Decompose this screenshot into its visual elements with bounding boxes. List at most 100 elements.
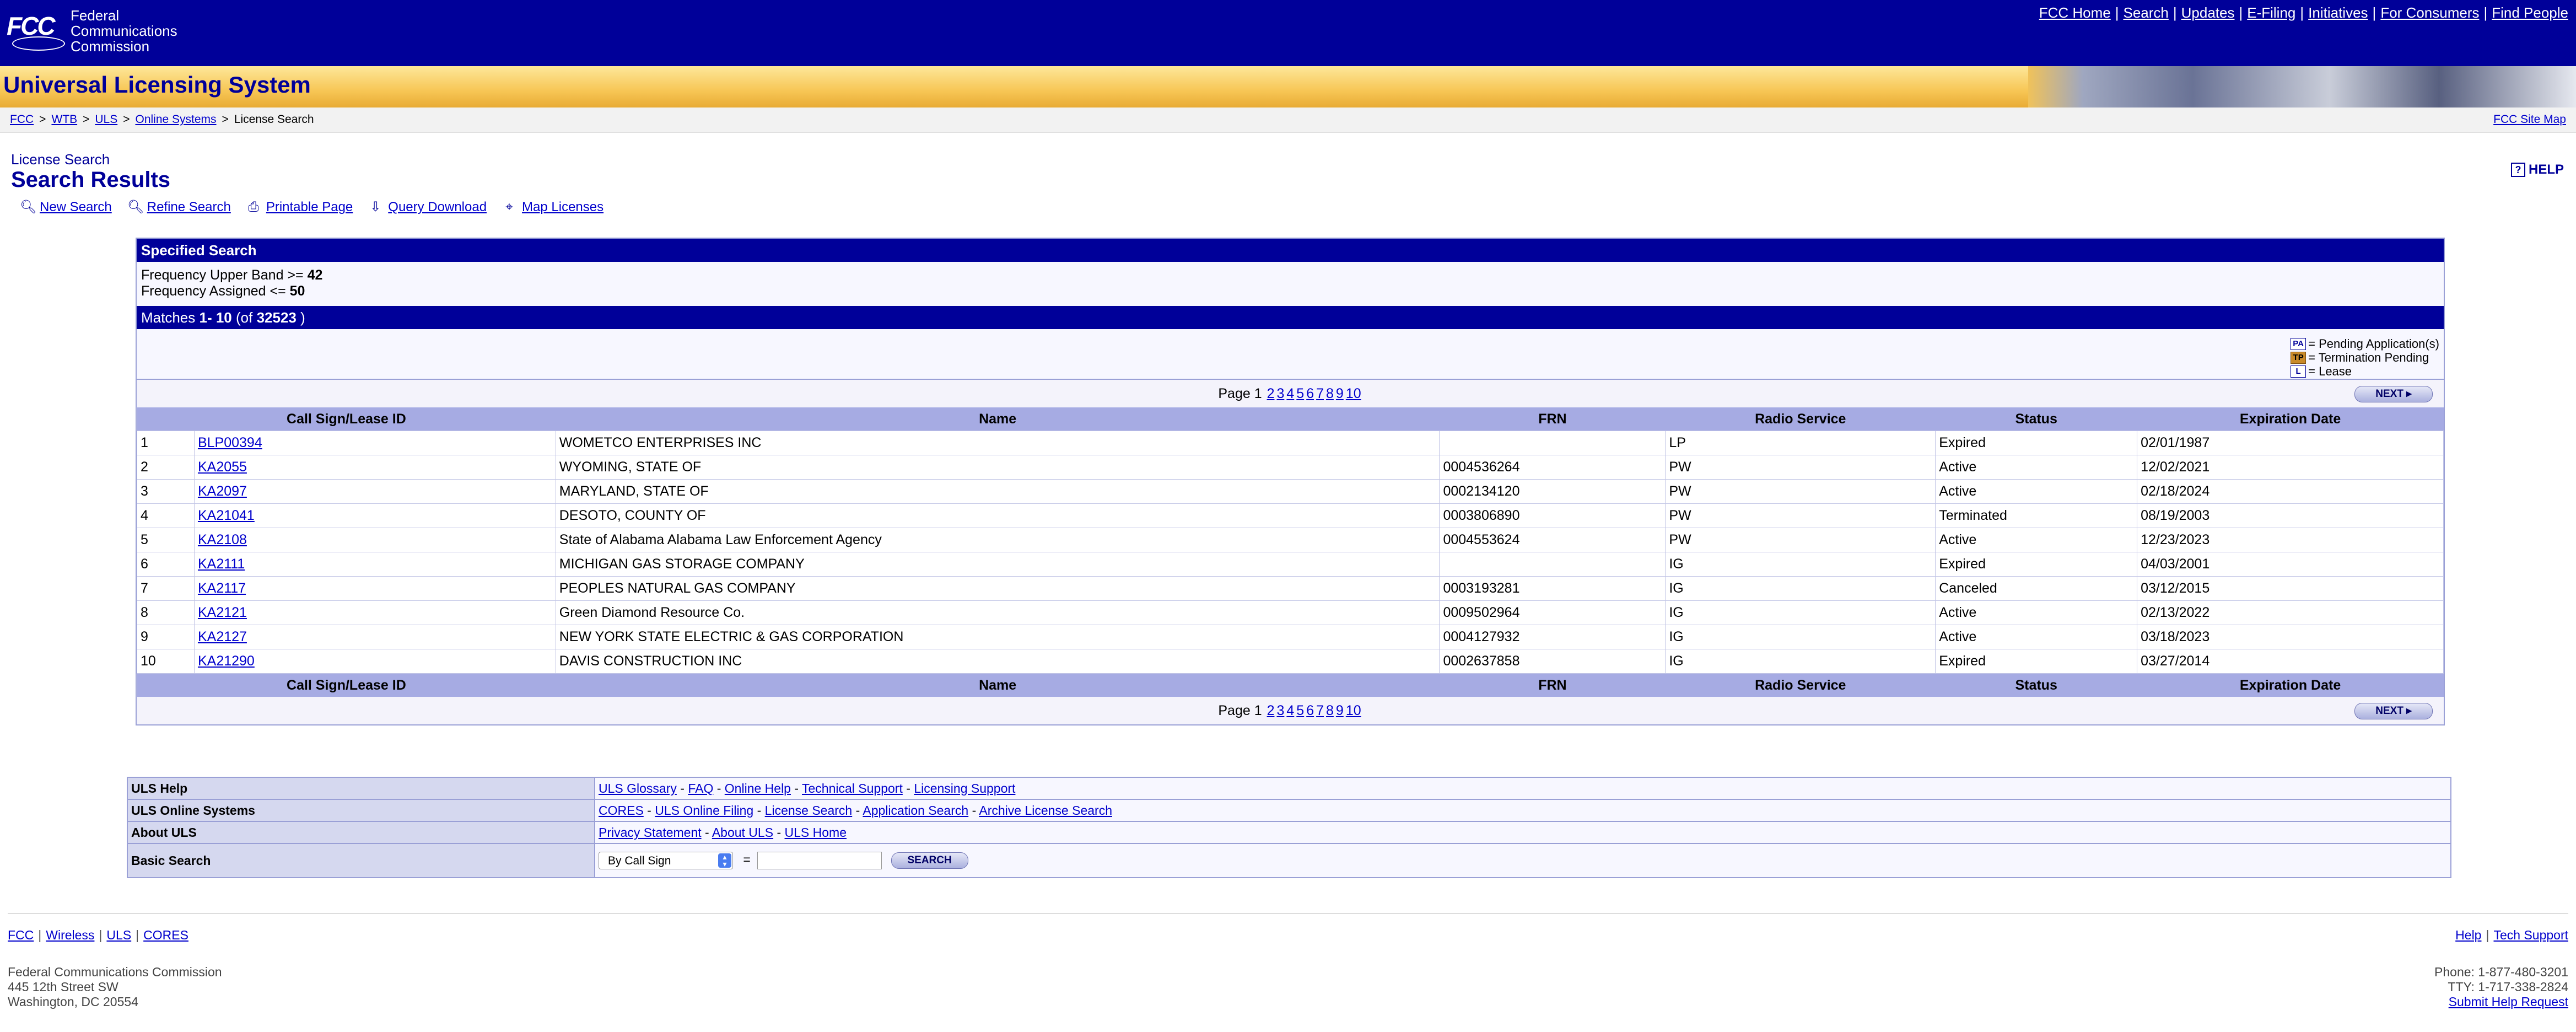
table-row: 4 KA21041 DESOTO, COUNTY OF 0003806890 P… [137, 503, 2444, 528]
refine-search-tool[interactable]: 🔍︎ Refine Search [127, 200, 231, 215]
call-sign-link[interactable]: KA21290 [198, 653, 255, 669]
query-download-tool[interactable]: ⇩ Query Download [368, 200, 487, 215]
fcc-logo[interactable]: FCC [7, 8, 67, 51]
page-link[interactable]: 6 [1306, 386, 1314, 401]
download-icon: ⇩ [370, 200, 381, 214]
footer-help-link[interactable]: Help [2455, 928, 2481, 942]
nav-updates[interactable]: Updates [2181, 4, 2235, 21]
call-sign-link[interactable]: KA2127 [198, 629, 247, 644]
printable-page-tool[interactable]: ⎙ Printable Page [246, 200, 353, 215]
call-sign-link[interactable]: KA2117 [198, 580, 246, 596]
basic-search-input[interactable] [757, 852, 882, 869]
about-uls-link[interactable]: About ULS [712, 825, 773, 840]
map-licenses-link[interactable]: Map Licenses [522, 200, 603, 215]
breadcrumb-uls[interactable]: ULS [95, 113, 117, 126]
technical-support-link[interactable]: Technical Support [802, 781, 903, 796]
nav-for-consumers[interactable]: For Consumers [2380, 4, 2479, 21]
cores-link[interactable]: CORES [599, 803, 644, 818]
page-link[interactable]: 7 [1316, 386, 1324, 401]
page-link[interactable]: 10 [1346, 386, 1361, 401]
search-button[interactable]: SEARCH [891, 852, 968, 869]
col-header-expiration-date[interactable]: Expiration Date [2137, 407, 2444, 431]
col-header-call-sign[interactable]: Call Sign/Lease ID [137, 407, 556, 431]
license-search-link[interactable]: License Search [765, 803, 853, 818]
nav-fcc-home[interactable]: FCC Home [2039, 4, 2111, 21]
call-sign-link[interactable]: BLP00394 [198, 435, 262, 450]
frn-cell: 0002134120 [1439, 479, 1666, 504]
footer-wireless-link[interactable]: Wireless [46, 928, 94, 942]
submit-help-request-link[interactable]: Submit Help Request [2449, 995, 2568, 1009]
radio-service-cell: PW [1665, 479, 1936, 504]
printable-page-link[interactable]: Printable Page [266, 200, 353, 215]
page-link[interactable]: 5 [1296, 703, 1304, 718]
page-link[interactable]: 8 [1326, 703, 1334, 718]
page-link[interactable]: 3 [1276, 386, 1284, 401]
call-sign-link[interactable]: KA2055 [198, 459, 247, 475]
next-button[interactable]: NEXT ▸ [2354, 386, 2433, 402]
site-map-link[interactable]: FCC Site Map [2493, 113, 2566, 126]
search-criteria: Frequency Upper Band >= 42 Frequency Ass… [137, 262, 2444, 306]
page-link[interactable]: 4 [1286, 703, 1294, 718]
page-link[interactable]: 10 [1346, 703, 1361, 718]
address-line: Federal Communications Commission [8, 965, 222, 979]
nav-find-people[interactable]: Find People [2492, 4, 2568, 21]
name-cell: State of Alabama Alabama Law Enforcement… [555, 528, 1440, 552]
breadcrumb-wtb[interactable]: WTB [51, 113, 77, 126]
table-row: 5 KA2108 State of Alabama Alabama Law En… [137, 528, 2444, 552]
uls-online-filing-link[interactable]: ULS Online Filing [655, 803, 753, 818]
search-type-select[interactable]: By Call Sign ▴ ▾ [599, 852, 733, 869]
col-header-radio-service[interactable]: Radio Service [1665, 407, 1936, 431]
uls-home-link[interactable]: ULS Home [785, 825, 847, 840]
call-sign-link[interactable]: KA21041 [198, 508, 255, 523]
page-link[interactable]: 8 [1326, 386, 1334, 401]
licensing-support-link[interactable]: Licensing Support [914, 781, 1015, 796]
page-link[interactable]: 9 [1336, 703, 1344, 718]
next-button[interactable]: NEXT ▸ [2354, 703, 2433, 719]
footer-cores-link[interactable]: CORES [143, 928, 188, 942]
call-sign-link[interactable]: KA2111 [198, 556, 245, 572]
call-sign-link[interactable]: KA2121 [198, 605, 247, 620]
col-header-status[interactable]: Status [1935, 407, 2137, 431]
footer-uls-link[interactable]: ULS [106, 928, 131, 942]
privacy-statement-link[interactable]: Privacy Statement [599, 825, 702, 840]
name-cell: MARYLAND, STATE OF [555, 479, 1440, 504]
matches-suffix: ) [296, 309, 305, 326]
page-link[interactable]: 4 [1286, 386, 1294, 401]
archive-license-search-link[interactable]: Archive License Search [979, 803, 1112, 818]
page-link[interactable]: 2 [1267, 703, 1275, 718]
table-row: 3 KA2097 MARYLAND, STATE OF 0002134120 P… [137, 479, 2444, 504]
new-search-link[interactable]: New Search [40, 200, 112, 215]
col-header-frn[interactable]: FRN [1439, 407, 1666, 431]
uls-glossary-link[interactable]: ULS Glossary [599, 781, 677, 796]
call-sign-link[interactable]: KA2097 [198, 483, 247, 499]
faq-link[interactable]: FAQ [688, 781, 713, 796]
nav-initiatives[interactable]: Initiatives [2308, 4, 2368, 21]
nav-search[interactable]: Search [2123, 4, 2168, 21]
map-licenses-tool[interactable]: ⌖ Map Licenses [502, 200, 603, 215]
page-link[interactable]: 7 [1316, 703, 1324, 718]
page-link[interactable]: 6 [1306, 703, 1314, 718]
page-link[interactable]: 3 [1276, 703, 1284, 718]
application-search-link[interactable]: Application Search [863, 803, 968, 818]
criteria-row: Frequency Upper Band >= 42 [141, 267, 2439, 283]
page-link[interactable]: 5 [1296, 386, 1304, 401]
nav-e-filing[interactable]: E-Filing [2247, 4, 2295, 21]
col-header-name[interactable]: Name [556, 407, 1440, 431]
criteria-value: 42 [307, 267, 323, 283]
call-sign-link[interactable]: KA2108 [198, 532, 247, 547]
breadcrumb-online-systems[interactable]: Online Systems [135, 113, 216, 126]
footer-tech-support-link[interactable]: Tech Support [2493, 928, 2568, 942]
query-download-link[interactable]: Query Download [388, 200, 487, 215]
page-link[interactable]: 2 [1267, 386, 1275, 401]
refine-search-link[interactable]: Refine Search [147, 200, 231, 215]
breadcrumb-fcc[interactable]: FCC [10, 113, 34, 126]
call-sign-cell: KA2097 [193, 479, 556, 504]
footer-links: FCC | Wireless | ULS | CORES [8, 928, 188, 942]
new-search-tool[interactable]: 🔍︎ New Search [20, 200, 112, 215]
footer-fcc-link[interactable]: FCC [8, 928, 34, 942]
help-link[interactable]: ? HELP [2510, 162, 2564, 178]
page-link[interactable]: 9 [1336, 386, 1344, 401]
name-cell: NEW YORK STATE ELECTRIC & GAS CORPORATIO… [555, 625, 1440, 649]
online-help-link[interactable]: Online Help [725, 781, 791, 796]
row-number: 3 [137, 479, 195, 504]
